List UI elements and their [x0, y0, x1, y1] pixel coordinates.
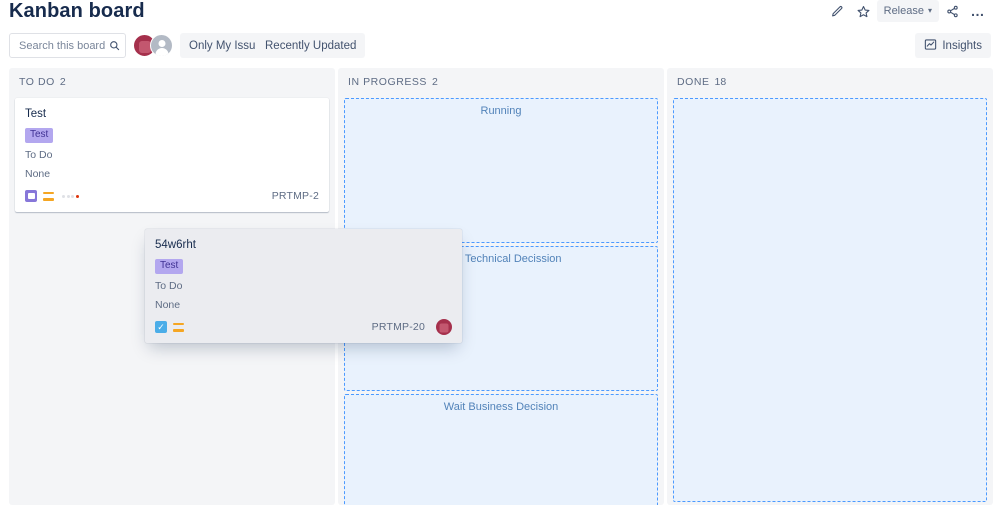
dropzone-wait-business-decision[interactable]: Wait Business Decision: [344, 394, 658, 505]
card-title: Test: [25, 108, 47, 120]
estimate-dots-icon: [62, 194, 79, 198]
filter-bar: Only My Issues Recently Updated Insights: [0, 33, 999, 59]
column-count: 2: [431, 76, 438, 88]
avatar[interactable]: [436, 319, 452, 335]
top-bar: Kanban board Release ▾ …: [0, 0, 999, 30]
task-icon: ✓: [155, 321, 167, 333]
release-button[interactable]: Release ▾: [876, 0, 939, 22]
dropzone-running[interactable]: Running: [344, 98, 658, 243]
avatar-group[interactable]: [133, 34, 173, 57]
column-done: DONE 18: [667, 68, 993, 505]
card-title: 54w6rht: [155, 239, 196, 251]
avatar-unassigned[interactable]: [150, 34, 173, 57]
dropzone-label: Wait Business Decision: [443, 401, 559, 413]
card-label-tag: Test: [25, 128, 54, 143]
insights-button[interactable]: Insights: [915, 33, 991, 58]
column-name: IN PROGRESS: [348, 76, 427, 88]
card-key: PRTMP-20: [371, 321, 425, 333]
card[interactable]: Test Test To Do None PRTMP-2: [15, 98, 329, 212]
kanban-board-page: Kanban board Release ▾ … Search this boa…: [0, 0, 999, 505]
story-icon: [25, 190, 37, 202]
column-header-todo: TO DO 2: [9, 68, 335, 88]
dropzone-label: [674, 99, 986, 105]
card-footer: PRTMP-2: [25, 188, 319, 204]
chevron-down-icon: ▾: [927, 6, 932, 15]
search-box[interactable]: [9, 33, 126, 58]
release-label: Release: [883, 5, 924, 17]
star-icon[interactable]: [851, 0, 877, 22]
column-count: 18: [714, 76, 727, 88]
card-key: PRTMP-2: [271, 190, 319, 202]
card-status: To Do: [25, 149, 53, 161]
priority-medium-icon: [43, 191, 54, 201]
card-epic: None: [25, 168, 51, 180]
column-count: 2: [59, 76, 66, 88]
dragged-card[interactable]: 54w6rht Test To Do None ✓ PRTMP-20: [145, 229, 462, 343]
card-footer: ✓ PRTMP-20: [155, 319, 452, 335]
dropzone-done[interactable]: [673, 98, 987, 502]
column-header-done: DONE 18: [667, 68, 993, 88]
top-actions: Release ▾ …: [825, 0, 991, 22]
column-name: TO DO: [19, 76, 55, 88]
priority-medium-icon: [173, 322, 184, 332]
pen-icon[interactable]: [825, 0, 851, 22]
card-label-tag: Test: [155, 259, 184, 274]
column-body-done: [667, 98, 993, 505]
search-input[interactable]: [17, 38, 109, 53]
insights-label: Insights: [942, 39, 982, 52]
card-epic: None: [155, 299, 181, 311]
column-header-in-progress: IN PROGRESS 2: [338, 68, 664, 88]
search-icon: [109, 40, 120, 51]
more-options-icon[interactable]: …: [965, 0, 991, 22]
filter-recently-updated[interactable]: Recently Updated: [256, 33, 366, 58]
column-name: DONE: [677, 76, 710, 88]
card-status: To Do: [155, 280, 183, 292]
share-icon[interactable]: [939, 0, 965, 22]
page-title: Kanban board: [9, 0, 145, 22]
insights-chart-icon: [924, 38, 937, 54]
more-dots: …: [970, 3, 986, 19]
dropzone-label: Running: [480, 105, 522, 117]
